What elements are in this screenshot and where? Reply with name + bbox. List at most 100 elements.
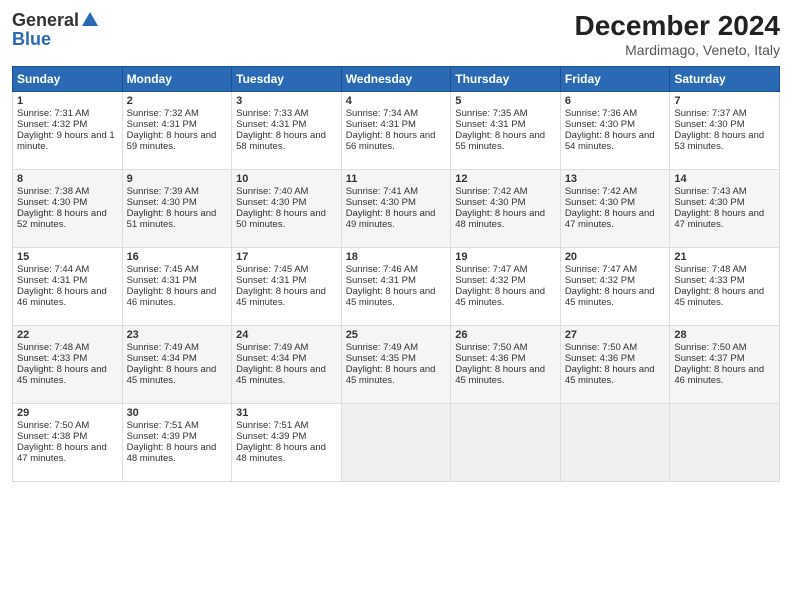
calendar-week-row: 29Sunrise: 7:50 AMSunset: 4:38 PMDayligh… (13, 404, 780, 482)
col-monday: Monday (122, 67, 232, 92)
sunset-text: Sunset: 4:30 PM (17, 197, 87, 208)
logo-icon (80, 10, 100, 30)
day-number: 6 (565, 95, 666, 107)
sunset-text: Sunset: 4:31 PM (127, 119, 197, 130)
sunrise-text: Sunrise: 7:37 AM (674, 108, 746, 119)
day-number: 4 (346, 95, 447, 107)
day-number: 26 (455, 329, 556, 341)
day-number: 3 (236, 95, 337, 107)
daylight-text: Daylight: 8 hours and 55 minutes. (455, 130, 545, 152)
sunrise-text: Sunrise: 7:44 AM (17, 264, 89, 275)
daylight-text: Daylight: 8 hours and 45 minutes. (565, 364, 655, 386)
logo: General Blue (12, 10, 100, 50)
sunset-text: Sunset: 4:31 PM (346, 275, 416, 286)
sunset-text: Sunset: 4:30 PM (346, 197, 416, 208)
sunrise-text: Sunrise: 7:31 AM (17, 108, 89, 119)
sunset-text: Sunset: 4:30 PM (565, 197, 635, 208)
sunrise-text: Sunrise: 7:51 AM (127, 420, 199, 431)
table-row (560, 404, 670, 482)
sunrise-text: Sunrise: 7:33 AM (236, 108, 308, 119)
daylight-text: Daylight: 8 hours and 45 minutes. (346, 286, 436, 308)
daylight-text: Daylight: 8 hours and 45 minutes. (236, 286, 326, 308)
daylight-text: Daylight: 8 hours and 45 minutes. (17, 364, 107, 386)
table-row: 28Sunrise: 7:50 AMSunset: 4:37 PMDayligh… (670, 326, 780, 404)
calendar-table: Sunday Monday Tuesday Wednesday Thursday… (12, 66, 780, 482)
daylight-text: Daylight: 8 hours and 47 minutes. (565, 208, 655, 230)
sunrise-text: Sunrise: 7:38 AM (17, 186, 89, 197)
day-number: 5 (455, 95, 556, 107)
sunset-text: Sunset: 4:31 PM (455, 119, 525, 130)
table-row: 25Sunrise: 7:49 AMSunset: 4:35 PMDayligh… (341, 326, 451, 404)
sunrise-text: Sunrise: 7:49 AM (346, 342, 418, 353)
day-number: 19 (455, 251, 556, 263)
sunset-text: Sunset: 4:32 PM (565, 275, 635, 286)
sunrise-text: Sunrise: 7:40 AM (236, 186, 308, 197)
day-number: 22 (17, 329, 118, 341)
sunrise-text: Sunrise: 7:51 AM (236, 420, 308, 431)
sunrise-text: Sunrise: 7:45 AM (236, 264, 308, 275)
sunrise-text: Sunrise: 7:45 AM (127, 264, 199, 275)
day-number: 21 (674, 251, 775, 263)
sunset-text: Sunset: 4:34 PM (236, 353, 306, 364)
calendar-week-row: 15Sunrise: 7:44 AMSunset: 4:31 PMDayligh… (13, 248, 780, 326)
day-number: 8 (17, 173, 118, 185)
table-row: 21Sunrise: 7:48 AMSunset: 4:33 PMDayligh… (670, 248, 780, 326)
sunrise-text: Sunrise: 7:46 AM (346, 264, 418, 275)
day-number: 14 (674, 173, 775, 185)
daylight-text: Daylight: 8 hours and 45 minutes. (674, 286, 764, 308)
table-row: 22Sunrise: 7:48 AMSunset: 4:33 PMDayligh… (13, 326, 123, 404)
daylight-text: Daylight: 8 hours and 58 minutes. (236, 130, 326, 152)
sunset-text: Sunset: 4:31 PM (346, 119, 416, 130)
calendar-header-row: Sunday Monday Tuesday Wednesday Thursday… (13, 67, 780, 92)
table-row: 15Sunrise: 7:44 AMSunset: 4:31 PMDayligh… (13, 248, 123, 326)
day-number: 28 (674, 329, 775, 341)
day-number: 1 (17, 95, 118, 107)
sunrise-text: Sunrise: 7:49 AM (127, 342, 199, 353)
month-title: December 2024 (575, 10, 780, 42)
day-number: 29 (17, 407, 118, 419)
daylight-text: Daylight: 8 hours and 45 minutes. (455, 286, 545, 308)
daylight-text: Daylight: 8 hours and 56 minutes. (346, 130, 436, 152)
day-number: 16 (127, 251, 228, 263)
day-number: 30 (127, 407, 228, 419)
daylight-text: Daylight: 8 hours and 45 minutes. (127, 364, 217, 386)
daylight-text: Daylight: 8 hours and 45 minutes. (455, 364, 545, 386)
sunrise-text: Sunrise: 7:47 AM (565, 264, 637, 275)
day-number: 23 (127, 329, 228, 341)
daylight-text: Daylight: 8 hours and 48 minutes. (455, 208, 545, 230)
table-row: 23Sunrise: 7:49 AMSunset: 4:34 PMDayligh… (122, 326, 232, 404)
sunset-text: Sunset: 4:33 PM (17, 353, 87, 364)
table-row: 26Sunrise: 7:50 AMSunset: 4:36 PMDayligh… (451, 326, 561, 404)
daylight-text: Daylight: 8 hours and 48 minutes. (236, 442, 326, 464)
table-row: 13Sunrise: 7:42 AMSunset: 4:30 PMDayligh… (560, 170, 670, 248)
day-number: 13 (565, 173, 666, 185)
logo-blue-text: Blue (12, 29, 100, 50)
sunrise-text: Sunrise: 7:36 AM (565, 108, 637, 119)
daylight-text: Daylight: 8 hours and 46 minutes. (17, 286, 107, 308)
sunset-text: Sunset: 4:33 PM (674, 275, 744, 286)
sunset-text: Sunset: 4:31 PM (17, 275, 87, 286)
sunrise-text: Sunrise: 7:48 AM (17, 342, 89, 353)
calendar-week-row: 1Sunrise: 7:31 AMSunset: 4:32 PMDaylight… (13, 92, 780, 170)
daylight-text: Daylight: 8 hours and 51 minutes. (127, 208, 217, 230)
sunset-text: Sunset: 4:30 PM (674, 119, 744, 130)
sunrise-text: Sunrise: 7:42 AM (565, 186, 637, 197)
sunset-text: Sunset: 4:30 PM (455, 197, 525, 208)
day-number: 7 (674, 95, 775, 107)
daylight-text: Daylight: 8 hours and 45 minutes. (565, 286, 655, 308)
day-number: 20 (565, 251, 666, 263)
day-number: 25 (346, 329, 447, 341)
table-row: 14Sunrise: 7:43 AMSunset: 4:30 PMDayligh… (670, 170, 780, 248)
sunset-text: Sunset: 4:38 PM (17, 431, 87, 442)
table-row: 19Sunrise: 7:47 AMSunset: 4:32 PMDayligh… (451, 248, 561, 326)
sunrise-text: Sunrise: 7:34 AM (346, 108, 418, 119)
sunset-text: Sunset: 4:30 PM (127, 197, 197, 208)
table-row: 1Sunrise: 7:31 AMSunset: 4:32 PMDaylight… (13, 92, 123, 170)
sunset-text: Sunset: 4:30 PM (674, 197, 744, 208)
day-number: 18 (346, 251, 447, 263)
sunrise-text: Sunrise: 7:48 AM (674, 264, 746, 275)
table-row: 4Sunrise: 7:34 AMSunset: 4:31 PMDaylight… (341, 92, 451, 170)
table-row: 27Sunrise: 7:50 AMSunset: 4:36 PMDayligh… (560, 326, 670, 404)
table-row: 11Sunrise: 7:41 AMSunset: 4:30 PMDayligh… (341, 170, 451, 248)
sunset-text: Sunset: 4:36 PM (565, 353, 635, 364)
